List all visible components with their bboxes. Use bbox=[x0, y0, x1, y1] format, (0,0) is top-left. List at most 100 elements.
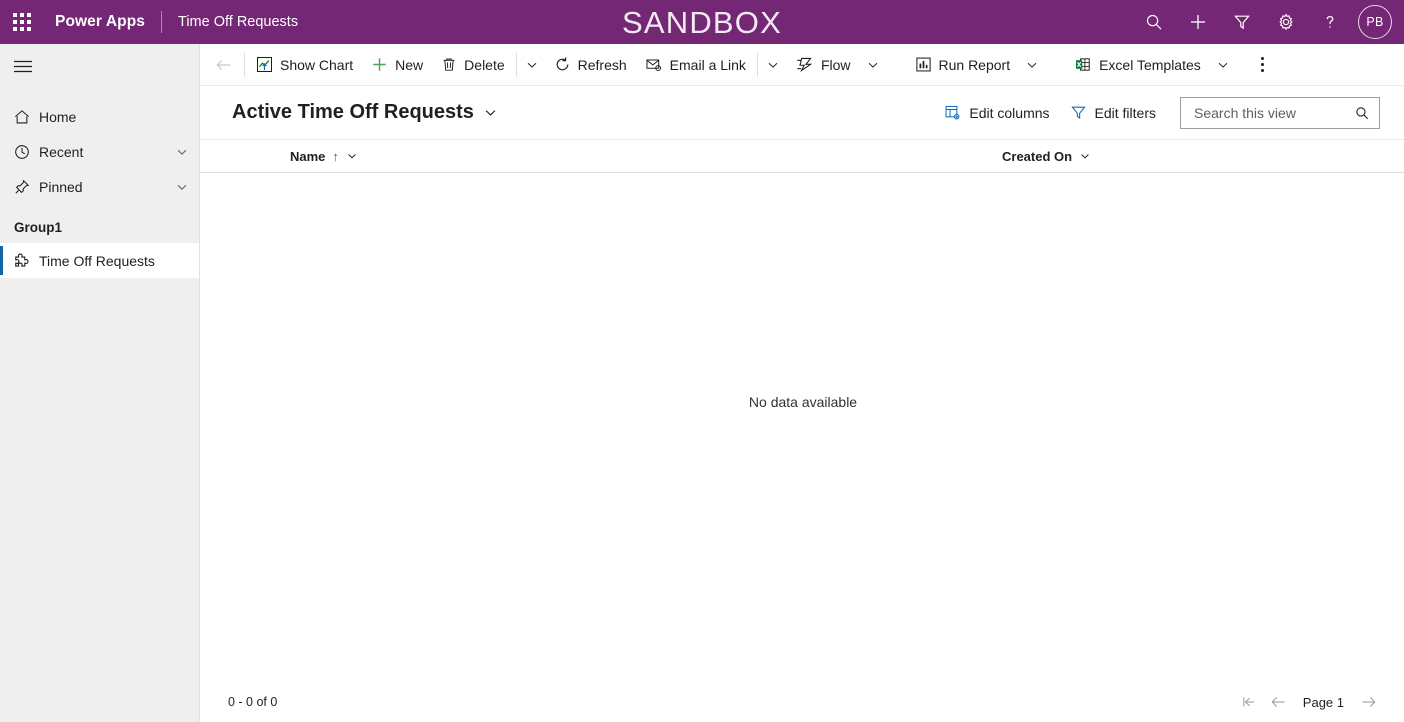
show-chart-button[interactable]: Show Chart bbox=[247, 45, 362, 85]
search-icon[interactable] bbox=[1354, 105, 1370, 121]
email-a-link-button[interactable]: Email a Link bbox=[636, 45, 755, 85]
top-header: Power Apps Time Off Requests SANDBOX PB bbox=[0, 0, 1404, 44]
data-grid: Name ↑ Created On No data available 0 - … bbox=[200, 139, 1404, 722]
column-header-label: Created On bbox=[1002, 148, 1073, 164]
email-link-icon bbox=[645, 56, 663, 73]
first-page-button[interactable] bbox=[1235, 688, 1263, 716]
power-apps-window: Power Apps Time Off Requests SANDBOX PB … bbox=[0, 0, 1404, 722]
refresh-icon bbox=[554, 56, 571, 73]
view-actions: Edit columns Edit filters bbox=[934, 96, 1380, 129]
sidebar-item-time-off-requests[interactable]: Time Off Requests bbox=[0, 243, 199, 278]
next-page-button[interactable] bbox=[1354, 688, 1382, 716]
sidebar-item-recent[interactable]: Recent bbox=[0, 134, 199, 169]
column-header-name[interactable]: Name ↑ bbox=[232, 149, 1002, 164]
main-content: Show Chart New Delete Refresh Email a Li… bbox=[200, 44, 1404, 722]
edit-columns-label: Edit columns bbox=[969, 104, 1050, 121]
sidebar-item-label: Home bbox=[39, 108, 77, 125]
show-chart-label: Show Chart bbox=[280, 56, 354, 73]
chevron-down-icon[interactable] bbox=[175, 145, 189, 159]
brand-label[interactable]: Power Apps bbox=[44, 13, 145, 31]
show-chart-icon bbox=[256, 56, 273, 73]
avatar-initials: PB bbox=[1366, 15, 1384, 29]
view-selector[interactable]: Active Time Off Requests bbox=[232, 101, 498, 124]
plus-icon[interactable] bbox=[1176, 0, 1220, 44]
new-button[interactable]: New bbox=[362, 45, 432, 85]
refresh-button[interactable]: Refresh bbox=[545, 45, 636, 85]
command-bar: Show Chart New Delete Refresh Email a Li… bbox=[200, 44, 1404, 86]
header-actions: PB bbox=[1132, 0, 1404, 44]
avatar[interactable]: PB bbox=[1358, 5, 1392, 39]
hamburger-icon[interactable] bbox=[0, 44, 199, 88]
brand-divider bbox=[161, 11, 162, 33]
edit-columns-button[interactable]: Edit columns bbox=[934, 97, 1059, 129]
refresh-label: Refresh bbox=[577, 56, 627, 73]
back-button[interactable] bbox=[206, 45, 242, 85]
report-icon bbox=[915, 56, 932, 73]
run-report-button[interactable]: Run Report bbox=[906, 45, 1020, 85]
flow-button[interactable]: Flow bbox=[786, 45, 860, 85]
edit-columns-icon bbox=[944, 104, 961, 121]
previous-page-button[interactable] bbox=[1265, 688, 1293, 716]
sidebar-group-label: Group1 bbox=[14, 220, 63, 235]
excel-icon bbox=[1074, 56, 1092, 73]
command-divider bbox=[244, 52, 245, 77]
delete-label: Delete bbox=[464, 56, 505, 73]
pin-icon bbox=[13, 178, 39, 196]
view-header: Active Time Off Requests Edit columns Ed… bbox=[200, 86, 1404, 139]
grid-body: No data available bbox=[200, 173, 1404, 682]
clock-icon bbox=[13, 143, 39, 161]
home-icon bbox=[13, 108, 39, 126]
sidebar-item-pinned[interactable]: Pinned bbox=[0, 169, 199, 204]
app-name-label[interactable]: Time Off Requests bbox=[178, 14, 298, 30]
run-report-caret-icon[interactable] bbox=[1019, 45, 1045, 85]
help-icon[interactable] bbox=[1308, 0, 1352, 44]
flow-caret-icon[interactable] bbox=[860, 45, 886, 85]
filter-icon[interactable] bbox=[1220, 0, 1264, 44]
entity-icon bbox=[13, 251, 39, 270]
email-a-link-caret-icon[interactable] bbox=[760, 45, 786, 85]
app-body: Home Recent Pinned Group1 Time Off Reque… bbox=[0, 44, 1404, 722]
flow-label: Flow bbox=[820, 56, 851, 73]
column-header-created-on[interactable]: Created On bbox=[1002, 149, 1302, 164]
sidebar-item-label: Recent bbox=[39, 143, 84, 160]
page-number-label: Page 1 bbox=[1302, 694, 1344, 710]
record-count-label: 0 - 0 of 0 bbox=[228, 695, 278, 709]
chevron-down-icon[interactable] bbox=[483, 105, 498, 120]
email-a-link-label: Email a Link bbox=[669, 56, 746, 73]
command-divider bbox=[756, 52, 758, 77]
command-divider bbox=[515, 52, 517, 77]
search-this-view[interactable] bbox=[1180, 96, 1380, 129]
waffle-grid bbox=[13, 13, 31, 31]
search-input[interactable] bbox=[1192, 103, 1348, 122]
sidebar-item-home[interactable]: Home bbox=[0, 99, 199, 134]
trash-icon bbox=[441, 56, 457, 73]
plus-icon bbox=[371, 56, 388, 73]
chevron-down-icon[interactable] bbox=[175, 180, 189, 194]
empty-state-message: No data available bbox=[748, 393, 858, 410]
search-icon[interactable] bbox=[1132, 0, 1176, 44]
chevron-down-icon[interactable] bbox=[1079, 150, 1091, 162]
new-label: New bbox=[395, 56, 424, 73]
chevron-down-icon[interactable] bbox=[346, 150, 358, 162]
grid-header-row: Name ↑ Created On bbox=[200, 140, 1404, 173]
pagination: Page 1 bbox=[1235, 688, 1382, 716]
delete-caret-icon[interactable] bbox=[519, 45, 545, 85]
edit-filters-button[interactable]: Edit filters bbox=[1060, 97, 1166, 129]
gear-icon[interactable] bbox=[1264, 0, 1308, 44]
sort-ascending-icon: ↑ bbox=[332, 148, 339, 164]
grid-footer: 0 - 0 of 0 Page 1 bbox=[200, 682, 1404, 722]
excel-templates-caret-icon[interactable] bbox=[1210, 45, 1236, 85]
app-launcher-icon[interactable] bbox=[0, 0, 44, 44]
sidebar-item-label: Time Off Requests bbox=[39, 252, 155, 269]
edit-filters-label: Edit filters bbox=[1094, 104, 1156, 121]
environment-banner-label: SANDBOX bbox=[622, 4, 782, 40]
excel-templates-button[interactable]: Excel Templates bbox=[1065, 45, 1210, 85]
filter-icon bbox=[1070, 104, 1087, 121]
column-header-label: Name bbox=[290, 148, 326, 164]
sidebar: Home Recent Pinned Group1 Time Off Reque… bbox=[0, 44, 200, 722]
sidebar-item-label: Pinned bbox=[39, 178, 83, 195]
run-report-label: Run Report bbox=[938, 56, 1011, 73]
page-title: Active Time Off Requests bbox=[232, 101, 474, 123]
overflow-menu-button[interactable] bbox=[1248, 45, 1278, 85]
delete-button[interactable]: Delete bbox=[432, 45, 513, 85]
